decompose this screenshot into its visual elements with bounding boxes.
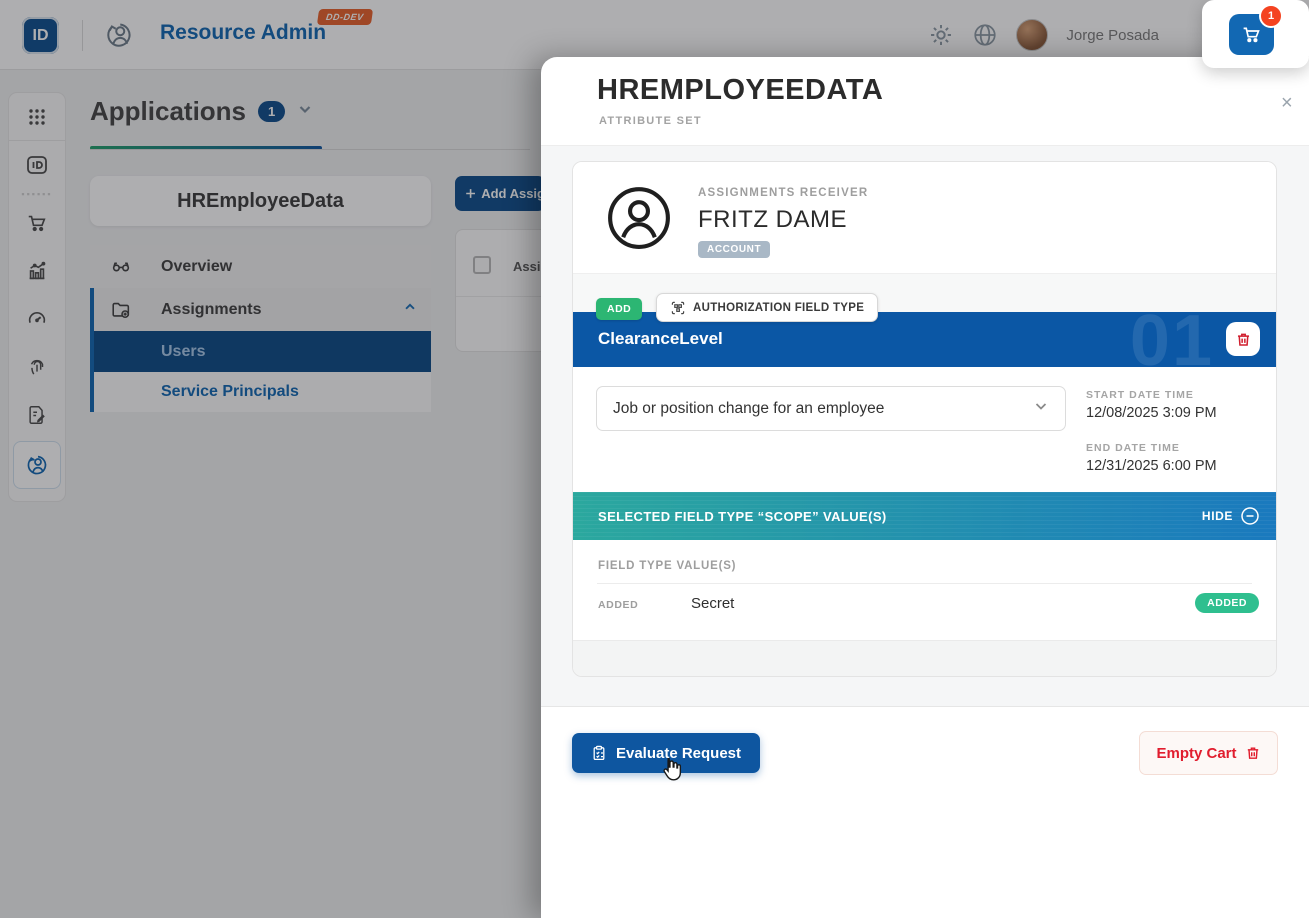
values-label: FIELD TYPE VALUE(S): [598, 560, 736, 572]
drawer-title: HREMPLOYEEDATA: [597, 74, 883, 107]
cart-count-badge: 1: [1259, 4, 1283, 28]
value-state: ADDED: [598, 599, 638, 611]
field-type-pill[interactable]: AUTHORIZATION FIELD TYPE: [656, 293, 878, 322]
cart-item-card: ASSIGNMENTS RECEIVER FRITZ DAME ACCOUNT …: [572, 161, 1277, 677]
value-added-badge: ADDED: [1195, 593, 1259, 613]
receiver-name: FRITZ DAME: [698, 206, 847, 234]
field-type-name: ClearanceLevel: [598, 329, 723, 349]
receiver-label: ASSIGNMENTS RECEIVER: [698, 187, 868, 199]
item-number: 01: [1130, 312, 1214, 367]
minus-circle-icon: [1240, 506, 1260, 526]
cart-popover: 1: [1202, 0, 1309, 68]
hide-toggle[interactable]: HIDE: [1202, 506, 1260, 526]
cart-item-drawer: HREMPLOYEEDATA ATTRIBUTE SET × ASSIGNMEN…: [541, 57, 1309, 918]
action-add-badge: ADD: [596, 298, 642, 320]
app-root: ID Resource Admin DD-DEV Jorge Posada ▪▪…: [0, 0, 1309, 918]
end-date-value: 12/31/2025 6:00 PM: [1086, 458, 1217, 474]
card-footer-strip: [573, 640, 1276, 677]
close-icon[interactable]: ×: [1281, 93, 1293, 113]
reason-dates-section: Job or position change for an employee S…: [573, 367, 1276, 492]
scope-values-bar: SELECTED FIELD TYPE “SCOPE” VALUE(S) HID…: [573, 492, 1276, 540]
field-type-scan-icon: [670, 300, 686, 316]
trash-icon: [1235, 331, 1252, 348]
start-date-value: 12/08/2025 3:09 PM: [1086, 405, 1217, 421]
values-divider: [597, 583, 1252, 584]
drawer-footer: Evaluate Request Empty Cart: [541, 707, 1309, 918]
drawer-subtitle: ATTRIBUTE SET: [599, 115, 702, 127]
reason-select[interactable]: Job or position change for an employee: [596, 386, 1066, 431]
field-type-values-section: FIELD TYPE VALUE(S) ADDED Secret ADDED: [573, 540, 1276, 640]
shopping-cart-icon: [1241, 24, 1262, 45]
receiver-type-badge: ACCOUNT: [698, 241, 770, 258]
empty-cart-button[interactable]: Empty Cart: [1139, 731, 1278, 775]
evaluate-request-button[interactable]: Evaluate Request: [572, 733, 760, 773]
end-date-label: END DATE TIME: [1086, 442, 1180, 454]
delete-item-button[interactable]: [1226, 322, 1260, 356]
start-date-label: START DATE TIME: [1086, 389, 1194, 401]
person-circle-icon: [606, 185, 672, 251]
chevron-down-icon: [1033, 398, 1049, 419]
drawer-body: ASSIGNMENTS RECEIVER FRITZ DAME ACCOUNT …: [541, 145, 1309, 707]
clipboard-check-icon: [591, 745, 607, 761]
receiver-section: ASSIGNMENTS RECEIVER FRITZ DAME ACCOUNT: [573, 162, 1276, 274]
scope-bar-label: SELECTED FIELD TYPE “SCOPE” VALUE(S): [598, 509, 887, 524]
value-text: Secret: [691, 595, 734, 612]
trash-icon: [1245, 745, 1261, 761]
